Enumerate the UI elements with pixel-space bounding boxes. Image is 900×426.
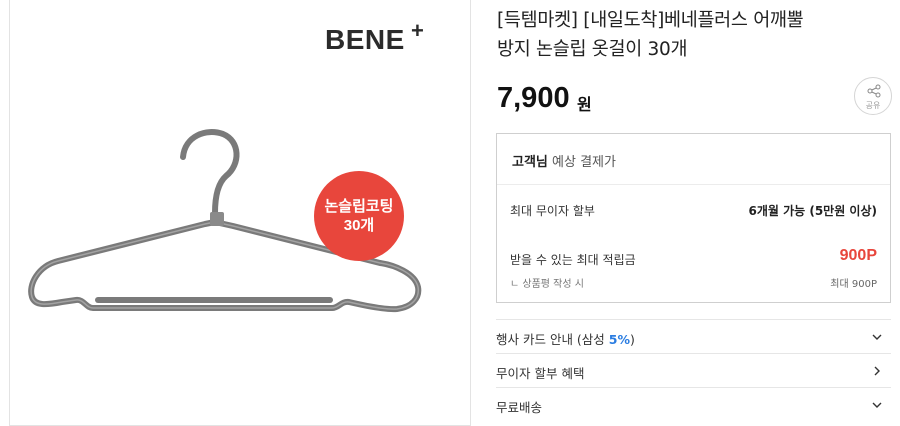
- chevron-down-icon: [872, 402, 882, 408]
- expected-payment-box: 고객님 예상 결제가 최대 무이자 할부 6개월 가능 (5만원 이상) 받을 …: [496, 133, 891, 303]
- card-event-label: 행사 카드 안내 (삼성 5%): [496, 329, 635, 348]
- points-label: 받을 수 있는 최대 적립금: [510, 253, 636, 267]
- expected-payment-label: 예상 결제가: [547, 155, 616, 170]
- points-value: 900P: [839, 247, 877, 264]
- card-event-text: 행사 카드 안내 (삼성: [496, 332, 609, 347]
- share-icon: [867, 84, 881, 98]
- product-price: 7,900: [497, 82, 570, 114]
- badge-count: 30개: [343, 217, 375, 234]
- share-label: 공유: [865, 101, 881, 110]
- card-event-highlight: 5%: [608, 332, 631, 347]
- card-event-close: ): [630, 332, 635, 347]
- free-shipping-label: 무료배송: [496, 400, 543, 415]
- product-title: [득템마켓] [내일도착]베네플러스 어깨뿔 방지 논슬립 옷걸이 30개: [497, 6, 887, 64]
- box-divider: [497, 184, 890, 185]
- chevron-down-icon: [872, 334, 882, 340]
- share-button[interactable]: 공유: [854, 77, 892, 115]
- product-title-line1: [득템마켓] [내일도착]베네플러스 어깨뿔: [497, 10, 804, 31]
- customer-label: 고객님: [512, 155, 548, 170]
- product-image: BENE + 논슬립코팅 30개: [9, 0, 471, 426]
- badge-text: 논슬립코팅: [324, 198, 394, 215]
- installment-label: 최대 무이자 할부: [510, 204, 595, 218]
- points-max: 최대 900P: [830, 279, 877, 290]
- expected-payment-heading: 고객님 예상 결제가: [512, 151, 616, 170]
- free-shipping-row[interactable]: 무료배송: [496, 387, 891, 421]
- installment-benefit-label: 무이자 할부 혜택: [496, 366, 585, 381]
- chevron-right-icon: [874, 366, 880, 376]
- card-event-row[interactable]: 행사 카드 안내 (삼성 5%): [496, 319, 891, 353]
- product-title-line2: 방지 논슬립 옷걸이 30개: [497, 39, 688, 60]
- non-slip-badge: 논슬립코팅 30개: [314, 171, 404, 261]
- price-unit: 원: [577, 95, 592, 114]
- installment-value: 6개월 가능 (5만원 이상): [748, 204, 877, 218]
- installment-benefit-row[interactable]: 무이자 할부 혜택: [496, 353, 891, 387]
- points-condition: ㄴ 상품평 작성 시: [510, 279, 584, 290]
